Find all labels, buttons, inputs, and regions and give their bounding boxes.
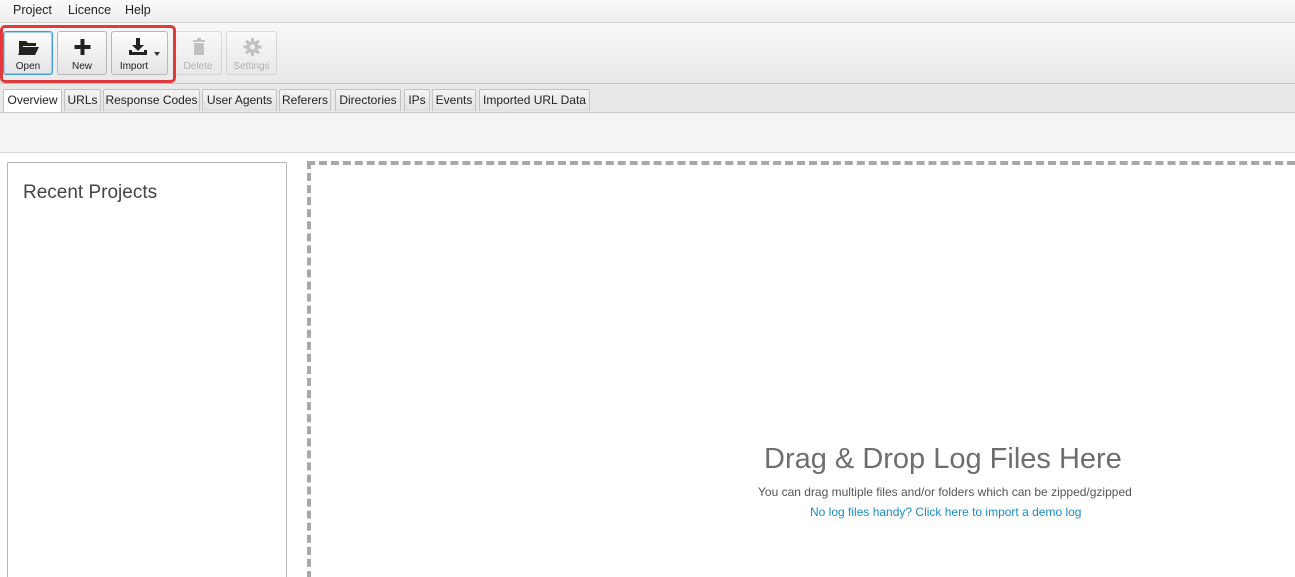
tab-events[interactable]: Events (432, 89, 476, 111)
menu-project[interactable]: Project (11, 3, 54, 17)
tab-imported-url-data[interactable]: Imported URL Data (479, 89, 590, 111)
settings-button[interactable]: Settings (226, 31, 277, 75)
new-label: New (71, 61, 92, 72)
tab-user-agents[interactable]: User Agents (202, 89, 277, 111)
delete-label: Delete (183, 61, 213, 72)
tab-bar: Overview URLs Response Codes User Agents… (0, 84, 1295, 113)
import-label: Import (119, 61, 149, 72)
tab-response-codes[interactable]: Response Codes (103, 89, 200, 111)
drop-zone-title: Drag & Drop Log Files Here (764, 443, 1122, 475)
toolbar: Open New Import Delete Settings (0, 23, 1295, 84)
new-button[interactable]: New (57, 31, 107, 75)
folder-open-icon (4, 37, 52, 57)
import-demo-log-link[interactable]: No log files handy? Click here to import… (810, 505, 1081, 519)
delete-button[interactable]: Delete (174, 31, 222, 75)
chevron-down-icon (154, 52, 160, 56)
open-label: Open (15, 61, 41, 72)
menu-help[interactable]: Help (123, 3, 153, 17)
drop-zone[interactable] (307, 161, 1295, 577)
import-button[interactable]: Import (111, 31, 168, 75)
menu-licence[interactable]: Licence (66, 3, 113, 17)
tab-directories[interactable]: Directories (335, 89, 401, 111)
recent-projects-panel: Recent Projects (7, 162, 287, 577)
tab-urls[interactable]: URLs (64, 89, 101, 111)
menu-bar: Project Licence Help (0, 0, 1295, 23)
tab-overview[interactable]: Overview (3, 89, 62, 112)
drop-zone-subtitle: You can drag multiple files and/or folde… (758, 485, 1132, 499)
trash-icon (175, 37, 221, 57)
open-button[interactable]: Open (3, 31, 53, 75)
sub-toolbar (0, 113, 1295, 153)
settings-label: Settings (233, 61, 270, 72)
tab-referers[interactable]: Referers (279, 89, 331, 111)
recent-projects-title: Recent Projects (23, 182, 158, 203)
gear-icon (227, 37, 276, 57)
plus-icon (58, 37, 106, 57)
tab-ips[interactable]: IPs (404, 89, 430, 111)
